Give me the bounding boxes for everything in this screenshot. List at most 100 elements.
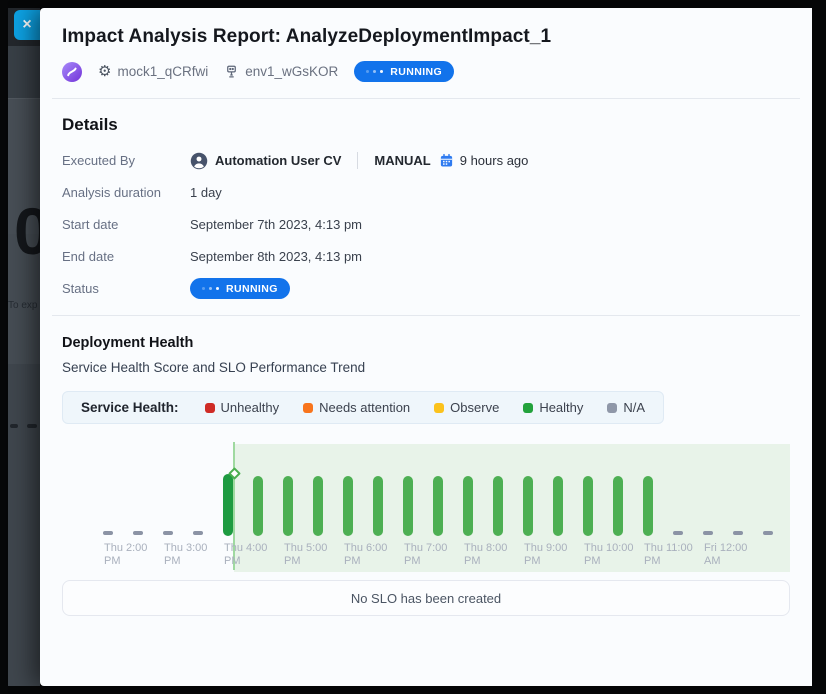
background-partial-text: To exp xyxy=(8,300,37,311)
na-dash[interactable] xyxy=(103,531,113,535)
health-bar[interactable] xyxy=(493,476,503,536)
health-bar[interactable] xyxy=(613,476,623,536)
detail-label: Status xyxy=(62,281,190,296)
na-dash[interactable] xyxy=(733,531,743,535)
axis-label: Thu 9:00 PM xyxy=(524,542,567,568)
page-background: 0 To exp × Impact Analysis Report: Analy… xyxy=(0,0,826,694)
executed-time: 9 hours ago xyxy=(439,153,529,168)
deployment-health-subtitle: Service Health Score and SLO Performance… xyxy=(62,360,790,375)
calendar-icon xyxy=(439,153,454,168)
environment-name[interactable]: env1_wGsKOR xyxy=(224,64,338,79)
detail-row-status: Status RUNNING xyxy=(62,278,790,299)
legend-item-label: Healthy xyxy=(539,400,583,415)
na-dash[interactable] xyxy=(703,531,713,535)
user-avatar-icon xyxy=(190,152,208,170)
legend-swatch-icon xyxy=(607,403,617,413)
na-dash[interactable] xyxy=(193,531,203,535)
legend-item: Needs attention xyxy=(303,400,410,415)
health-bar[interactable] xyxy=(223,474,233,536)
axis-label: Thu 5:00 PM xyxy=(284,542,327,568)
no-slo-box: No SLO has been created xyxy=(62,580,790,616)
details-heading: Details xyxy=(62,115,790,135)
detail-row: Start date September 7th 2023, 4:13 pm xyxy=(62,214,790,235)
environment-icon xyxy=(224,64,239,79)
executed-by-value: Automation User CV MANUAL 9 hours ago xyxy=(190,152,528,170)
health-bar[interactable] xyxy=(343,476,353,536)
automation-name-label: mock1_qCRfwi xyxy=(117,64,208,79)
health-bar[interactable] xyxy=(463,476,473,536)
detail-value: September 7th 2023, 4:13 pm xyxy=(190,217,362,232)
close-icon: × xyxy=(22,16,31,34)
detail-row: Analysis duration 1 day xyxy=(62,182,790,203)
legend-item-label: N/A xyxy=(623,400,645,415)
deployment-health-heading: Deployment Health xyxy=(62,335,790,351)
status-badge: RUNNING xyxy=(354,61,454,82)
section-divider xyxy=(52,98,800,99)
background-chart-dash xyxy=(10,424,18,428)
na-dash[interactable] xyxy=(763,531,773,535)
legend-item-label: Unhealthy xyxy=(221,400,280,415)
executed-time-label: 9 hours ago xyxy=(460,153,529,168)
health-bar[interactable] xyxy=(523,476,533,536)
health-bar[interactable] xyxy=(643,476,653,536)
deployment-health-chart[interactable]: Thu 2:00 PMThu 3:00 PMThu 4:00 PMThu 5:0… xyxy=(62,438,790,572)
status-badge-label: RUNNING xyxy=(390,66,442,78)
health-bar[interactable] xyxy=(253,476,263,536)
na-dash[interactable] xyxy=(163,531,173,535)
legend-item: Observe xyxy=(434,400,499,415)
legend-item-label: Needs attention xyxy=(319,400,410,415)
background-chart-dash xyxy=(27,424,37,428)
legend-item-label: Observe xyxy=(450,400,499,415)
close-button[interactable]: × xyxy=(14,10,40,40)
detail-label: Executed By xyxy=(62,153,190,168)
legend-item: Unhealthy xyxy=(205,400,280,415)
axis-label: Thu 7:00 PM xyxy=(404,542,447,568)
axis-label: Thu 3:00 PM xyxy=(164,542,207,568)
detail-row-executed-by: Executed By Automation User CV MANUAL xyxy=(62,150,790,171)
detail-row: End date September 8th 2023, 4:13 pm xyxy=(62,246,790,267)
health-bar[interactable] xyxy=(313,476,323,536)
page-title: Impact Analysis Report: AnalyzeDeploymen… xyxy=(62,26,790,48)
status-badge-label: RUNNING xyxy=(226,283,278,295)
health-bar[interactable] xyxy=(373,476,383,536)
automation-name[interactable]: ⚙ mock1_qCRfwi xyxy=(98,64,208,79)
health-bar[interactable] xyxy=(403,476,413,536)
detail-value: September 8th 2023, 4:13 pm xyxy=(190,249,362,264)
axis-label: Fri 12:00 AM xyxy=(704,542,747,568)
axis-label: Thu 8:00 PM xyxy=(464,542,507,568)
axis-label: Thu 4:00 PM xyxy=(224,542,267,568)
section-divider xyxy=(52,315,800,316)
impact-analysis-modal: Impact Analysis Report: AnalyzeDeploymen… xyxy=(40,8,812,686)
environment-name-label: env1_wGsKOR xyxy=(245,64,338,79)
trigger-type-label: MANUAL xyxy=(374,153,430,168)
gear-icon: ⚙ xyxy=(98,64,111,79)
status-badge: RUNNING xyxy=(190,278,290,299)
report-meta-row: ⚙ mock1_qCRfwi env1_wGsKOR RUNNING xyxy=(62,61,790,82)
executed-by-user-label: Automation User CV xyxy=(215,153,341,168)
dimmed-page-behind-modal: 0 To exp xyxy=(8,8,40,686)
legend-item: N/A xyxy=(607,400,645,415)
health-bar[interactable] xyxy=(433,476,443,536)
health-bar[interactable] xyxy=(283,476,293,536)
service-health-legend: Service Health: Unhealthy Needs attention… xyxy=(62,391,664,424)
detail-label: Analysis duration xyxy=(62,185,190,200)
na-dash[interactable] xyxy=(673,531,683,535)
legend-title: Service Health: xyxy=(81,400,179,415)
health-bar[interactable] xyxy=(583,476,593,536)
legend-items: Unhealthy Needs attention Observe Healthy N/… xyxy=(205,400,646,415)
axis-label: Thu 10:00 PM xyxy=(584,542,634,568)
health-bar[interactable] xyxy=(553,476,563,536)
axis-label: Thu 11:00 PM xyxy=(644,542,693,568)
vertical-separator xyxy=(357,152,358,169)
report-avatar-icon xyxy=(62,62,82,82)
legend-swatch-icon xyxy=(303,403,313,413)
detail-value: 1 day xyxy=(190,185,222,200)
detail-label: Start date xyxy=(62,217,190,232)
legend-item: Healthy xyxy=(523,400,583,415)
detail-label: End date xyxy=(62,249,190,264)
legend-swatch-icon xyxy=(523,403,533,413)
legend-swatch-icon xyxy=(205,403,215,413)
na-dash[interactable] xyxy=(133,531,143,535)
legend-swatch-icon xyxy=(434,403,444,413)
no-slo-message: No SLO has been created xyxy=(351,591,501,606)
